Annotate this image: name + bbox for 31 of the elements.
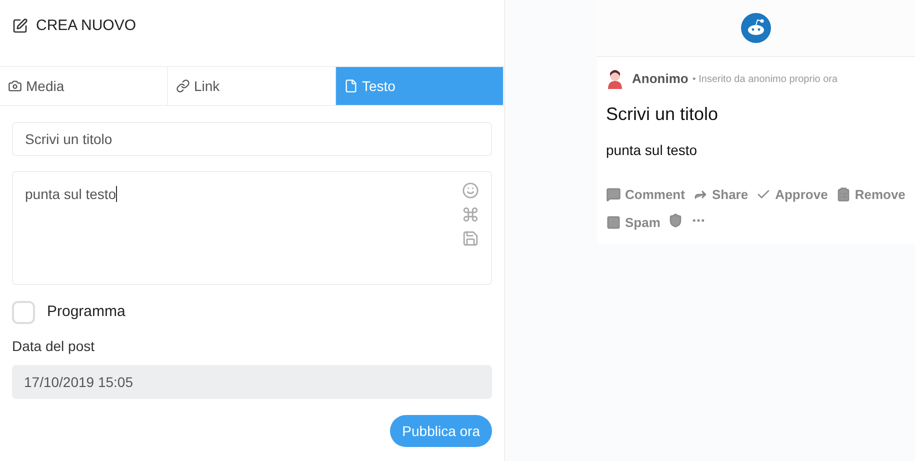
action-link[interactable]: Share bbox=[692, 185, 748, 204]
post-meta: • Inserito da anonimo proprio ora bbox=[692, 72, 838, 86]
action-link[interactable]: Remove bbox=[836, 185, 906, 204]
clipboard-icon bbox=[836, 187, 851, 202]
author-name: Anonimo bbox=[632, 70, 688, 88]
field-label: Data del post bbox=[12, 337, 96, 356]
emoji-icon[interactable] bbox=[462, 182, 479, 199]
square-icon bbox=[606, 214, 621, 230]
shield-icon[interactable] bbox=[668, 212, 684, 228]
title-field[interactable]: Scrivi un titolo bbox=[12, 122, 492, 156]
camera-icon bbox=[8, 79, 22, 93]
publish-button[interactable]: Pubblica ora bbox=[390, 415, 492, 447]
action-link[interactable]: Spam bbox=[606, 212, 660, 232]
checkbox-label: Programma bbox=[47, 302, 126, 322]
link-icon bbox=[176, 79, 190, 93]
text-value: punta sul testo bbox=[25, 185, 118, 204]
action-link[interactable]: Approve bbox=[756, 185, 828, 204]
avatar-icon bbox=[606, 69, 624, 89]
file-icon bbox=[344, 79, 358, 93]
save-icon[interactable] bbox=[462, 230, 479, 247]
action-link[interactable]: Comment bbox=[606, 185, 685, 204]
edit-icon bbox=[12, 18, 28, 34]
command-icon[interactable] bbox=[462, 206, 479, 223]
comment-icon bbox=[606, 187, 621, 202]
text-area[interactable]: punta sul testo bbox=[12, 171, 492, 285]
tab[interactable]: Testo bbox=[336, 67, 504, 105]
panel-title: CREA NUOVO bbox=[36, 16, 136, 36]
checkbox[interactable] bbox=[12, 301, 35, 324]
post-title: Scrivi un titolo bbox=[606, 103, 720, 126]
post-body: punta sul testo bbox=[606, 141, 698, 160]
robot-logo-icon bbox=[741, 13, 771, 43]
